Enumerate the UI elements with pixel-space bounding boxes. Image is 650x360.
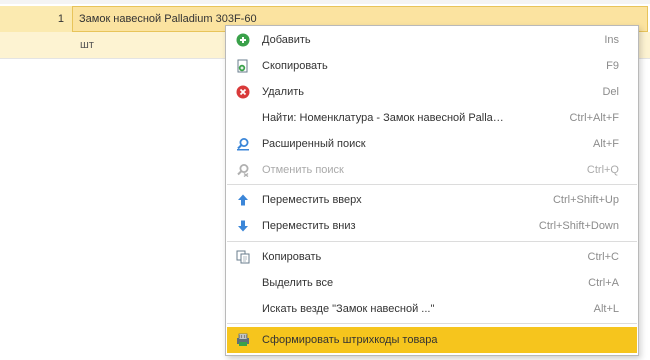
menu-item-select-all[interactable]: Выделить все Ctrl+A: [227, 270, 637, 296]
table-header-strip: [0, 0, 650, 4]
menu-item-move-down[interactable]: Переместить вниз Ctrl+Shift+Down: [227, 213, 637, 239]
delete-icon: [236, 85, 250, 99]
menu-item-label: Расширенный поиск: [262, 138, 366, 150]
menu-item-copy[interactable]: Копировать Ctrl+C: [227, 244, 637, 270]
menu-item-label: Сформировать штрихкоды товара: [262, 334, 438, 346]
cancel-search-icon: [236, 163, 250, 178]
menu-item-label: Удалить: [262, 86, 304, 98]
menu-item-label: Выделить все: [262, 277, 334, 289]
copy-document-icon: [236, 59, 250, 73]
menu-separator: [227, 323, 637, 324]
menu-item-label: Копировать: [262, 251, 322, 263]
menu-item-label: Искать везде "Замок навесной ...": [262, 303, 435, 315]
menu-item-shortcut: Ctrl+Q: [586, 164, 619, 176]
menu-item-shortcut: Ctrl+A: [588, 277, 619, 289]
menu-item-shortcut: Ins: [604, 34, 619, 46]
barcode-print-icon: [236, 333, 250, 347]
arrow-up-icon: [236, 193, 250, 207]
menu-item-delete[interactable]: Удалить Del: [227, 79, 637, 105]
menu-item-label: Скопировать: [262, 60, 328, 72]
menu-item-shortcut: Alt+F: [593, 138, 619, 150]
menu-item-label: Отменить поиск: [262, 164, 344, 176]
row-detail-lead: [0, 32, 72, 58]
menu-item-shortcut: Ctrl+C: [587, 251, 619, 263]
menu-item-find[interactable]: Найти: Номенклатура - Замок навесной Pal…: [227, 105, 637, 131]
menu-item-cancel-search[interactable]: Отменить поиск Ctrl+Q: [227, 157, 637, 183]
menu-item-label: Найти: Номенклатура - Замок навесной Pal…: [262, 112, 504, 124]
menu-item-move-up[interactable]: Переместить вверх Ctrl+Shift+Up: [227, 187, 637, 213]
menu-item-add[interactable]: Добавить Ins: [227, 27, 637, 53]
context-menu: Добавить Ins Скопировать F9 Удалить Del …: [225, 25, 639, 356]
menu-item-shortcut: Del: [602, 86, 619, 98]
menu-item-advanced-search[interactable]: Расширенный поиск Alt+F: [227, 131, 637, 157]
menu-item-shortcut: Ctrl+Shift+Down: [538, 220, 619, 232]
menu-item-shortcut: Ctrl+Shift+Up: [552, 194, 619, 206]
menu-item-search-everywhere[interactable]: Искать везде "Замок навесной ..." Alt+L: [227, 296, 637, 322]
menu-item-generate-barcodes[interactable]: Сформировать штрихкоды товара: [227, 327, 637, 353]
row-number-cell: 1: [0, 6, 72, 32]
menu-item-label: Переместить вверх: [262, 194, 362, 206]
menu-item-label: Добавить: [262, 34, 311, 46]
add-icon: [236, 33, 250, 47]
menu-item-shortcut: Alt+L: [593, 303, 619, 315]
advanced-search-icon: [236, 137, 250, 151]
menu-item-shortcut: Ctrl+Alt+F: [569, 112, 619, 124]
copy-clipboard-icon: [236, 250, 250, 264]
menu-separator: [227, 241, 637, 242]
arrow-down-icon: [236, 219, 250, 233]
menu-item-shortcut: F9: [606, 60, 619, 72]
menu-separator: [227, 184, 637, 185]
menu-item-label: Переместить вниз: [262, 220, 356, 232]
menu-item-copy-record[interactable]: Скопировать F9: [227, 53, 637, 79]
